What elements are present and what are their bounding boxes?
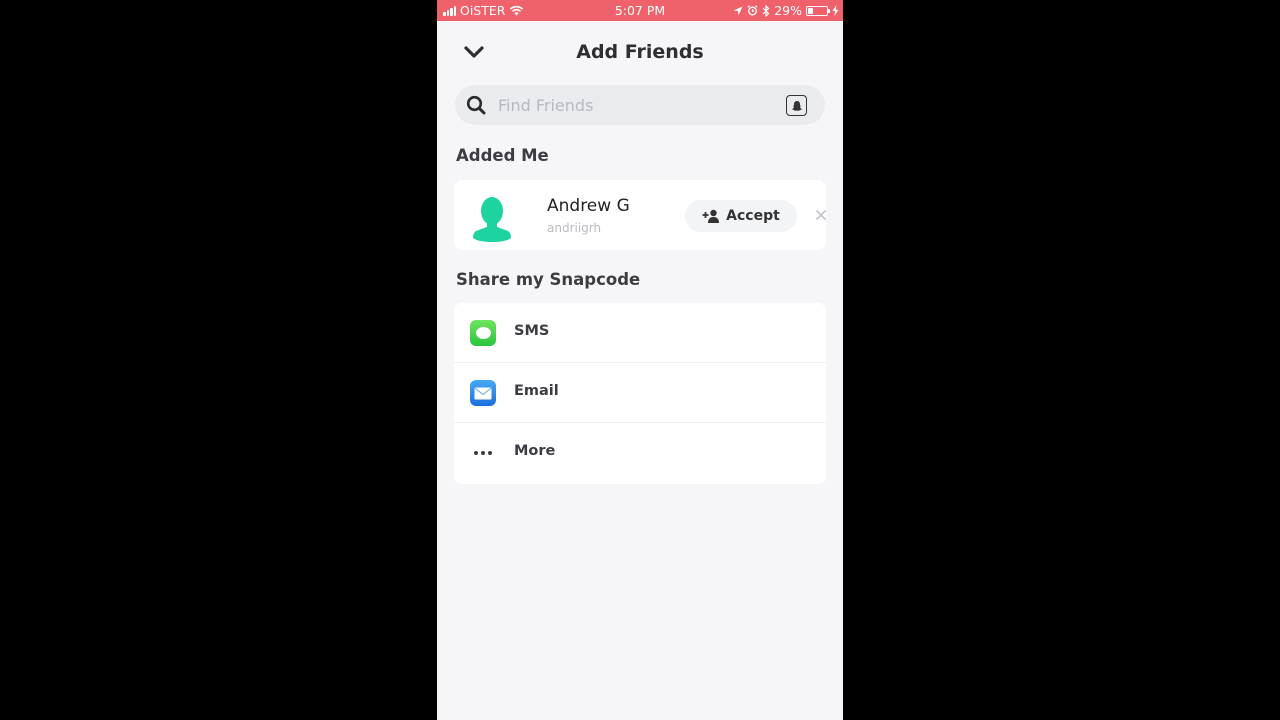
- share-option-label: More: [514, 443, 556, 459]
- status-right: 29%: [733, 3, 839, 18]
- search-bar[interactable]: [455, 85, 825, 125]
- search-input[interactable]: [498, 93, 778, 117]
- location-arrow-icon: [733, 6, 743, 15]
- header: Add Friends: [437, 21, 843, 83]
- friend-username: andriigrh: [547, 221, 602, 235]
- added-me-heading: Added Me: [456, 146, 549, 165]
- bluetooth-icon: [762, 4, 770, 17]
- status-bar: OiSTER 5:07 PM 29%: [437, 0, 843, 21]
- messages-icon: [470, 320, 496, 346]
- mail-icon: [470, 380, 496, 406]
- accept-button[interactable]: Accept: [685, 200, 797, 232]
- battery-icon: [806, 5, 830, 16]
- battery-percent: 29%: [774, 3, 802, 18]
- close-icon: [816, 210, 826, 220]
- share-option-sms[interactable]: SMS: [454, 303, 826, 363]
- snapcode-button[interactable]: [786, 95, 807, 116]
- phone-screen: OiSTER 5:07 PM 29% Add Friends Find Frie…: [437, 0, 843, 720]
- more-dots-icon: [470, 440, 496, 466]
- share-options-list: SMS Email More: [454, 303, 826, 484]
- share-option-email[interactable]: Email: [454, 363, 826, 423]
- share-option-label: Email: [514, 383, 559, 399]
- share-snapcode-heading: Share my Snapcode: [456, 270, 641, 289]
- add-friend-icon: [702, 209, 720, 223]
- snapcode-ghost-icon: [791, 100, 802, 111]
- charging-bolt-icon: [832, 5, 839, 16]
- share-option-more[interactable]: More: [454, 423, 826, 483]
- search-icon: [466, 95, 486, 115]
- dismiss-button[interactable]: [812, 205, 830, 225]
- alarm-icon: [747, 5, 758, 16]
- bitmoji-avatar-icon: [473, 197, 511, 242]
- accept-label: Accept: [726, 208, 780, 224]
- share-option-label: SMS: [514, 323, 550, 339]
- friend-request-card: Andrew G andriigrh Accept: [454, 180, 826, 250]
- page-title: Add Friends: [576, 41, 704, 63]
- friend-display-name: Andrew G: [547, 196, 630, 216]
